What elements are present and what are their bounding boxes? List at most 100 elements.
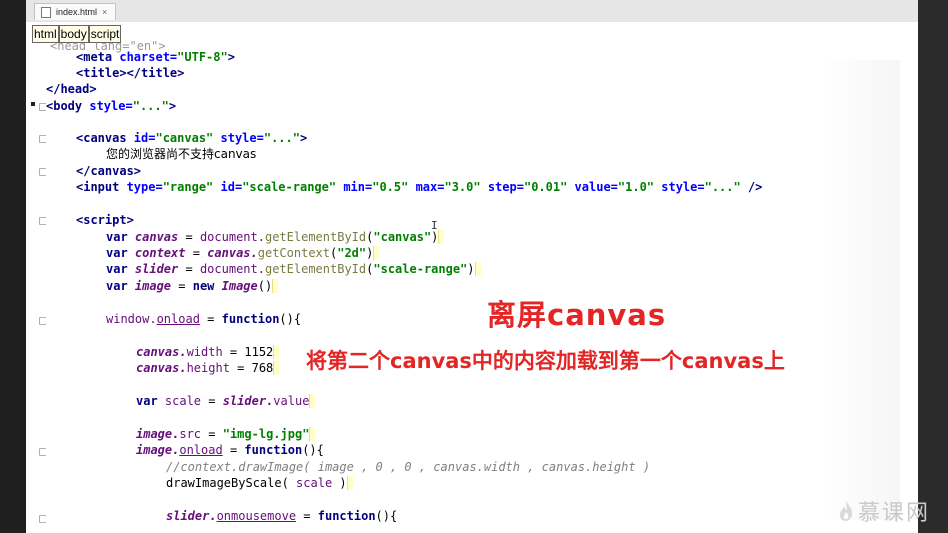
code-line: <body style="...">	[46, 98, 176, 114]
watermark-logo: 慕课网	[838, 495, 930, 527]
line-marker	[273, 361, 280, 375]
code-tag: >	[168, 99, 177, 113]
code-string: "canvas"	[155, 131, 214, 145]
code-keyword: var	[106, 246, 135, 260]
code-text: =	[199, 312, 222, 326]
breadcrumb-script[interactable]: script	[88, 25, 122, 43]
editor-tab-bar: index.html ×	[26, 0, 918, 23]
code-var: scale	[296, 476, 333, 490]
code-string: "2d"	[337, 246, 367, 260]
code-var: canvas.	[136, 345, 187, 359]
code-text: =	[171, 279, 193, 293]
code-string: "img-lg.jpg"	[222, 427, 310, 441]
code-tag: <canvas	[76, 131, 134, 145]
file-tab[interactable]: index.html ×	[34, 3, 117, 20]
line-marker	[346, 476, 353, 490]
code-line: </head>	[46, 81, 97, 97]
code-text: document.	[199, 230, 265, 244]
code-prop: onmousemove	[216, 509, 297, 523]
code-line: var scale = slider.value	[136, 393, 316, 409]
code-string: "0.5"	[372, 180, 409, 194]
code-prop: width	[186, 345, 223, 359]
code-prop: src	[179, 427, 202, 441]
code-line: <script>	[76, 212, 134, 228]
code-text: )	[467, 262, 475, 276]
line-marker	[309, 394, 316, 408]
code-fn: getContext	[257, 246, 330, 260]
code-tag: <body	[46, 99, 90, 113]
line-marker	[272, 279, 279, 293]
code-string: "..."	[132, 99, 169, 113]
code-text: (){	[279, 312, 302, 326]
code-attr: id=	[213, 180, 243, 194]
breadcrumb-body[interactable]: body	[58, 25, 89, 43]
code-text: =	[178, 230, 200, 244]
code-keyword: new	[192, 279, 222, 293]
editor-shade	[820, 60, 900, 520]
code-keyword: var	[106, 262, 135, 276]
code-text: window.	[106, 312, 157, 326]
code-line: var slider = document.getElementById("sc…	[106, 261, 481, 277]
code-line: drawImageByScale( scale )	[166, 475, 353, 491]
code-line: <canvas id="canvas" style="...">	[76, 130, 307, 146]
close-icon[interactable]: ×	[102, 4, 107, 20]
code-tag: <title></title>	[76, 66, 185, 80]
code-line: //context.drawImage( image , 0 , 0 , can…	[166, 459, 650, 475]
ide-window: index.html × html body script <head lang…	[0, 0, 948, 533]
code-text: =	[178, 262, 200, 276]
right-border	[918, 0, 948, 533]
code-string: "UTF-8"	[177, 50, 228, 64]
code-var: slider	[134, 262, 179, 276]
code-string: "3.0"	[444, 180, 481, 194]
code-line: slider.onmousemove = function(){	[166, 508, 397, 524]
breadcrumb: html body script	[32, 25, 122, 43]
code-fn: drawImageByScale	[166, 476, 282, 490]
code-line: var image = new Image()	[106, 278, 279, 294]
line-marker	[474, 262, 481, 276]
code-string: "0.01"	[523, 180, 568, 194]
code-var: canvas	[134, 230, 179, 244]
code-tag: />	[740, 180, 763, 194]
code-comment: //context.drawImage( image , 0 , 0 , can…	[166, 460, 651, 474]
line-marker	[273, 345, 280, 359]
overlay-title: 离屏canvas	[487, 298, 667, 332]
code-var: image.	[136, 427, 180, 441]
code-text: =	[296, 509, 318, 523]
code-string: "..."	[263, 131, 300, 145]
code-line: canvas.width = 1152	[136, 344, 280, 360]
code-text: =	[185, 246, 208, 260]
code-line: image.onload = function(){	[136, 442, 324, 458]
code-var: canvas.	[207, 246, 258, 260]
editor-gutter	[26, 22, 46, 533]
code-var: Image	[221, 279, 258, 293]
code-line: <input type="range" id="scale-range" min…	[76, 179, 762, 195]
code-text: =	[201, 394, 223, 408]
code-tag: </canvas>	[76, 164, 142, 178]
code-text: =	[222, 443, 245, 457]
code-string: "canvas"	[373, 230, 432, 244]
code-tag: >	[299, 131, 308, 145]
code-var: canvas.	[136, 361, 187, 375]
code-prop: value	[273, 394, 310, 408]
code-editor[interactable]: <head lang="en"> <meta charset="UTF-8"> …	[46, 22, 918, 533]
code-line: 您的浏览器尚不支持canvas	[106, 146, 256, 162]
line-marker	[438, 230, 445, 244]
overlay-subtitle: 将第二个canvas中的内容加载到第一个canvas上	[306, 349, 785, 373]
code-var: image	[134, 279, 172, 293]
text-cursor-icon: I	[431, 219, 438, 232]
line-marker	[373, 246, 380, 260]
code-attr: style=	[213, 131, 264, 145]
code-attr: style=	[654, 180, 705, 194]
code-keyword: var	[106, 230, 135, 244]
code-string: "1.0"	[617, 180, 655, 194]
code-fn: getElementById	[264, 230, 367, 244]
code-text: =	[201, 427, 223, 441]
code-attr: value=	[567, 180, 618, 194]
code-keyword: var	[136, 394, 165, 408]
code-line: window.onload = function(){	[106, 311, 301, 327]
breadcrumb-html[interactable]: html	[32, 25, 59, 43]
flame-icon	[840, 501, 853, 521]
code-text: )	[366, 246, 374, 260]
fallback-text: 您的浏览器尚不支持canvas	[106, 147, 257, 161]
code-line: <title></title>	[76, 65, 184, 81]
